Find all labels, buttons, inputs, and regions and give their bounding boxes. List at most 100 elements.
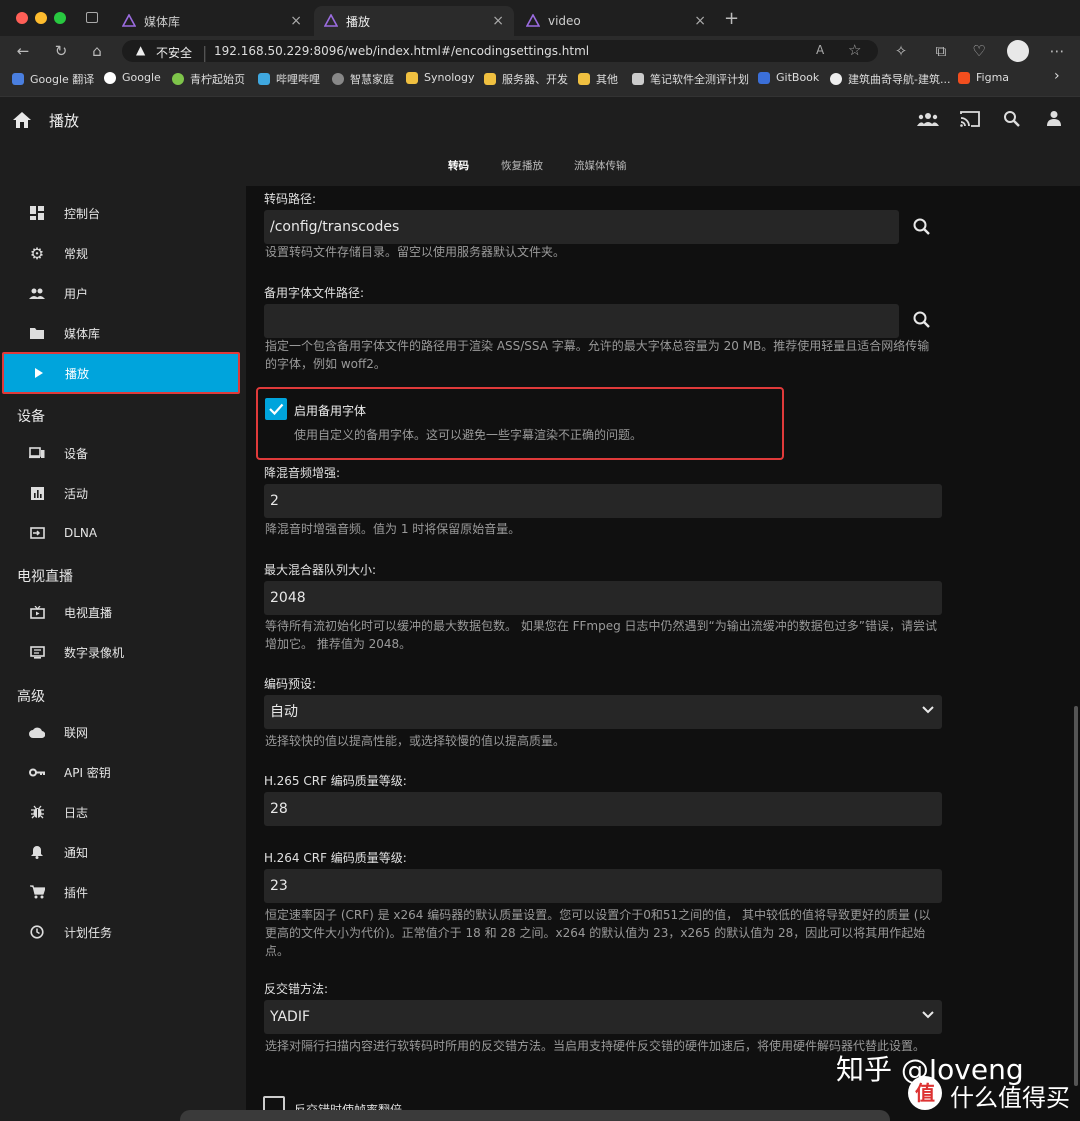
section-heading-livetv: 电视直播 — [17, 569, 73, 585]
sidebar-item-notifications[interactable]: 通知 — [0, 832, 246, 872]
bookmark-folder[interactable]: Synology — [406, 71, 474, 84]
bookmark-item[interactable]: Figma — [958, 71, 1009, 84]
address-bar[interactable]: ▲ 不安全 | 192.168.50.229:8096/web/index.ht… — [122, 40, 878, 62]
transcode-path-description: 设置转码文件存储目录。留空以使用服务器默认文件夹。 — [265, 245, 566, 259]
dlna-icon — [28, 524, 46, 542]
search-icon[interactable] — [910, 308, 934, 332]
deinterlace-select[interactable]: YADIF — [264, 1000, 942, 1034]
close-tab-icon[interactable]: × — [492, 13, 504, 29]
max-muxing-queue-description: 等待所有流初始化时可以缓冲的最大数据包数。 如果您在 FFmpeg 日志中仍然遇… — [265, 619, 937, 651]
sidebar: 控制台 ⚙ 常规 用户 媒体库 播放 设备 设备 活动 DLNA 电视直播 电视… — [0, 186, 246, 1121]
sidebar-item-label: 控制台 — [64, 206, 101, 221]
bookmark-item[interactable]: 智慧家庭 — [332, 71, 394, 87]
tab-transcoding[interactable]: 转码 — [448, 158, 469, 173]
enable-fallback-font-checkbox[interactable] — [265, 398, 287, 420]
cast-icon[interactable] — [959, 110, 981, 128]
downmix-boost-label: 降混音频增强: — [264, 466, 341, 480]
reload-icon[interactable]: ↻ — [50, 40, 72, 62]
bookmark-folder[interactable]: 其他 — [578, 71, 618, 87]
extensions-icon[interactable]: ✧ — [890, 40, 912, 62]
sidebar-item-label: API 密钥 — [64, 765, 111, 780]
bookmark-item[interactable]: 哔哩哔哩 — [258, 71, 320, 87]
profile-avatar[interactable] — [1007, 40, 1029, 62]
sidebar-item-logs[interactable]: 日志 — [0, 792, 246, 832]
tab-resume[interactable]: 恢复播放 — [501, 158, 543, 173]
chevron-right-icon[interactable]: › — [1054, 68, 1060, 84]
close-tab-icon[interactable]: × — [290, 13, 302, 29]
bookmark-item[interactable]: Google — [104, 71, 161, 84]
max-muxing-queue-input[interactable]: 2048 — [264, 581, 942, 615]
bookmark-item[interactable]: 笔记软件全测评计划 — [632, 71, 749, 87]
sidebar-toggle-icon[interactable] — [86, 12, 98, 23]
sidebar-item-label: 日志 — [64, 805, 89, 820]
h264-crf-input[interactable]: 23 — [264, 869, 942, 903]
sidebar-item-dlna[interactable]: DLNA — [0, 513, 246, 553]
deinterlace-label: 反交错方法: — [264, 982, 329, 996]
bookmark-item[interactable]: GitBook — [758, 71, 819, 84]
sidebar-item-dashboard[interactable]: 控制台 — [0, 193, 246, 233]
sidebar-item-api-keys[interactable]: API 密钥 — [0, 752, 246, 792]
transcode-path-input[interactable]: /config/transcodes — [264, 210, 899, 244]
browser-tab-library[interactable]: 媒体库 × — [112, 6, 312, 36]
sidebar-item-plugins[interactable]: 插件 — [0, 872, 246, 912]
jellyfin-icon — [526, 14, 540, 27]
enable-fallback-font-label[interactable]: 启用备用字体 — [294, 402, 366, 419]
sidebar-item-dvr[interactable]: 数字录像机 — [0, 632, 246, 672]
sidebar-item-activity[interactable]: 活动 — [0, 473, 246, 513]
sidebar-item-playback[interactable]: 播放 — [2, 352, 240, 394]
health-icon[interactable]: ♡ — [968, 40, 990, 62]
sidebar-item-label: 媒体库 — [64, 326, 101, 341]
h264-crf-label: H.264 CRF 编码质量等级: — [264, 851, 407, 865]
encoder-preset-value: 自动 — [270, 704, 298, 720]
downmix-boost-input[interactable]: 2 — [264, 484, 942, 518]
maximize-window-button[interactable] — [54, 12, 66, 24]
browser-tab-video[interactable]: video × — [516, 6, 716, 36]
sidebar-item-livetv[interactable]: 电视直播 — [0, 592, 246, 632]
bookmark-item[interactable]: Google 翻译 — [12, 71, 94, 87]
jellyfin-icon — [324, 14, 338, 27]
browser-tab-playback[interactable]: 播放 × — [314, 6, 514, 36]
close-window-button[interactable] — [16, 12, 28, 24]
sidebar-item-label: 电视直播 — [64, 605, 113, 620]
tab-label: 播放 — [346, 14, 371, 29]
close-tab-icon[interactable]: × — [694, 13, 706, 29]
sidebar-item-label: 计划任务 — [64, 925, 113, 940]
scrollbar-thumb[interactable] — [1074, 706, 1078, 1086]
fallback-font-path-input[interactable] — [264, 304, 899, 338]
back-icon[interactable]: ← — [12, 40, 34, 62]
new-tab-button[interactable]: + — [724, 8, 739, 29]
sidebar-item-libraries[interactable]: 媒体库 — [0, 313, 246, 353]
favorite-icon[interactable]: ☆ — [848, 41, 861, 59]
bookmark-item[interactable]: 建筑曲奇导航-建筑... — [830, 71, 950, 87]
bookmark-folder[interactable]: 服务器、开发 — [484, 71, 568, 87]
sidebar-item-general[interactable]: ⚙ 常规 — [0, 233, 246, 273]
fallback-font-path-label: 备用字体文件路径: — [264, 286, 365, 300]
sidebar-item-devices[interactable]: 设备 — [0, 433, 246, 473]
sidebar-item-users[interactable]: 用户 — [0, 273, 246, 313]
dock — [180, 1110, 890, 1121]
home-icon[interactable] — [12, 111, 32, 129]
minimize-window-button[interactable] — [35, 12, 47, 24]
bookmark-item[interactable]: 青柠起始页 — [172, 71, 245, 87]
more-icon[interactable]: ⋯ — [1046, 40, 1068, 62]
url-text[interactable]: 192.168.50.229:8096/web/index.html#/enco… — [214, 44, 589, 58]
settings-form: 转码路径: /config/transcodes 设置转码文件存储目录。留空以使… — [180, 186, 1080, 1121]
tab-streaming[interactable]: 流媒体传输 — [574, 158, 627, 173]
home-icon[interactable]: ⌂ — [86, 40, 108, 62]
bug-icon — [28, 803, 46, 821]
tab-label: video — [548, 14, 581, 28]
search-icon[interactable] — [1003, 110, 1021, 128]
dvr-icon — [28, 643, 46, 661]
users-icon[interactable] — [917, 112, 939, 126]
sidebar-item-scheduled-tasks[interactable]: 计划任务 — [0, 912, 246, 952]
h265-crf-input[interactable]: 28 — [264, 792, 942, 826]
user-icon[interactable] — [1046, 110, 1062, 126]
read-aloud-icon[interactable]: A — [816, 43, 824, 57]
collections-icon[interactable]: ⧉ — [930, 40, 952, 62]
encoder-preset-select[interactable]: 自动 — [264, 695, 942, 729]
security-label[interactable]: 不安全 — [156, 44, 192, 61]
clock-icon — [28, 923, 46, 941]
downmix-boost-description: 降混音时增强音频。值为 1 时将保留原始音量。 — [265, 522, 521, 536]
sidebar-item-networking[interactable]: 联网 — [0, 712, 246, 752]
search-icon[interactable] — [910, 215, 934, 239]
